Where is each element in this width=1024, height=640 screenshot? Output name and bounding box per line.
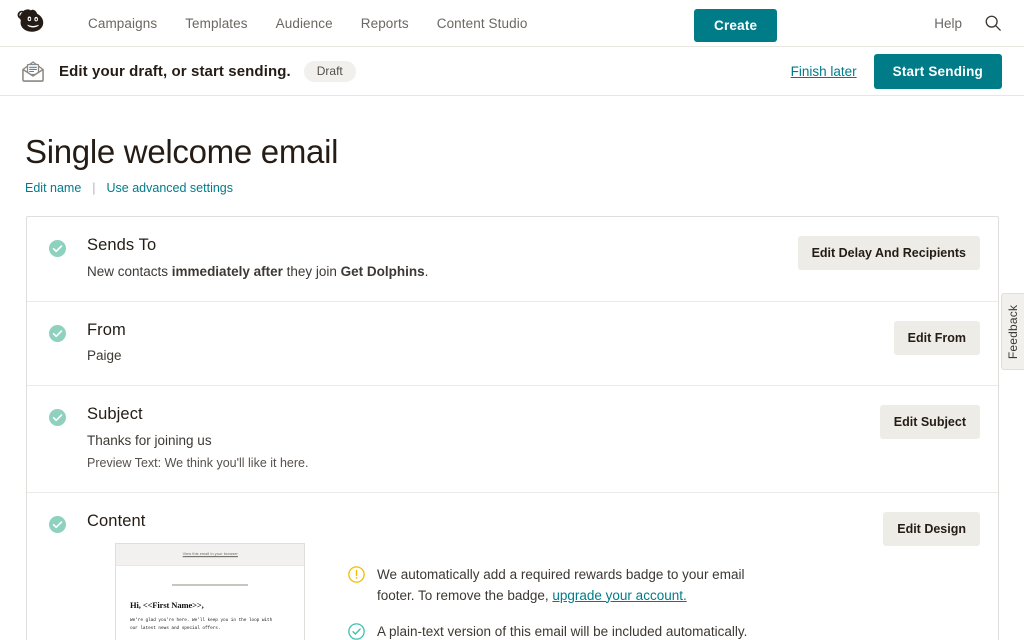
draft-status-title: Edit your draft, or start sending. bbox=[59, 62, 291, 80]
edit-from-button[interactable]: Edit From bbox=[893, 320, 980, 355]
search-icon[interactable] bbox=[984, 14, 1002, 32]
note-rewards-badge-text: We automatically add a required rewards … bbox=[377, 565, 757, 607]
subject-body: Subject Thanks for joining us Preview Te… bbox=[87, 405, 866, 473]
preview-logo-placeholder bbox=[172, 583, 248, 586]
mailchimp-freddie-logo[interactable] bbox=[14, 4, 52, 42]
note-plain-text-text: A plain-text version of this email will … bbox=[377, 622, 747, 640]
create-button-wrapper: Create bbox=[694, 9, 778, 42]
top-navigation-bar: Campaigns Templates Audience Reports Con… bbox=[0, 0, 1024, 47]
note-2-text: A plain-text version of this email will … bbox=[377, 623, 748, 639]
warning-circle-icon bbox=[348, 565, 365, 583]
check-circle-icon bbox=[49, 324, 66, 342]
content-grid: View this email in your browser Hi, <<Fi… bbox=[87, 542, 869, 640]
section-sends-to: Sends To New contacts immediately after … bbox=[27, 217, 998, 302]
edit-name-link[interactable]: Edit name bbox=[25, 181, 81, 195]
note-rewards-badge: We automatically add a required rewards … bbox=[348, 565, 869, 607]
nav-item-campaigns[interactable]: Campaigns bbox=[74, 12, 171, 35]
page-header: Single welcome email Edit name | Use adv… bbox=[0, 96, 1024, 195]
content-body: Content View this email in your browser … bbox=[87, 512, 869, 640]
sends-to-timing: immediately after bbox=[171, 264, 283, 280]
title-links: Edit name | Use advanced settings bbox=[25, 181, 1024, 195]
help-link[interactable]: Help bbox=[934, 16, 962, 31]
check-circle-outline-icon bbox=[348, 622, 365, 640]
page-title: Single welcome email bbox=[25, 133, 339, 170]
preview-heading: Hi, <<First Name>>, bbox=[130, 599, 204, 610]
nav-item-templates[interactable]: Templates bbox=[171, 12, 261, 35]
preview-body-line-1: We're glad you're here. We'll keep you i… bbox=[130, 617, 273, 623]
subject-preview-text: Preview Text: We think you'll like it he… bbox=[87, 456, 309, 471]
nav-item-audience[interactable]: Audience bbox=[262, 12, 347, 35]
sends-to-detail: New contacts immediately after they join… bbox=[87, 262, 784, 282]
check-circle-icon bbox=[49, 515, 66, 533]
nav-item-reports[interactable]: Reports bbox=[347, 12, 423, 35]
nav-item-content-studio[interactable]: Content Studio bbox=[423, 12, 542, 35]
sends-to-audience: Get Dolphins bbox=[340, 264, 425, 280]
feedback-tab[interactable]: Feedback bbox=[1001, 293, 1024, 370]
email-setup-card: Sends To New contacts immediately after … bbox=[26, 216, 999, 640]
check-circle-icon bbox=[49, 240, 66, 258]
from-body: From Paige bbox=[87, 321, 880, 366]
title-links-separator: | bbox=[92, 181, 96, 196]
sends-to-body: Sends To New contacts immediately after … bbox=[87, 236, 784, 281]
draft-actions: Finish later Start Sending bbox=[791, 53, 1002, 89]
draft-action-bar: Edit your draft, or start sending. Draft… bbox=[0, 47, 1024, 96]
finish-later-link[interactable]: Finish later bbox=[791, 64, 857, 79]
section-content: Content View this email in your browser … bbox=[27, 493, 998, 640]
upgrade-account-link[interactable]: upgrade your account. bbox=[552, 588, 686, 603]
email-preview-column: View this email in your browser Hi, <<Fi… bbox=[87, 542, 334, 640]
check-circle-icon bbox=[49, 409, 66, 427]
sends-to-detail-prefix: New contacts bbox=[87, 264, 172, 280]
use-advanced-settings-link[interactable]: Use advanced settings bbox=[107, 181, 233, 195]
subject-value: Thanks for joining us bbox=[87, 432, 212, 448]
from-title: From bbox=[87, 320, 126, 339]
view-in-browser-link: View this email in your browser bbox=[182, 552, 238, 557]
envelope-open-icon bbox=[22, 61, 44, 82]
edit-delay-and-recipients-button[interactable]: Edit Delay And Recipients bbox=[797, 236, 980, 271]
sends-to-detail-suffix: . bbox=[424, 264, 429, 280]
section-subject: Subject Thanks for joining us Preview Te… bbox=[27, 386, 998, 493]
email-preview-thumbnail[interactable]: View this email in your browser Hi, <<Fi… bbox=[115, 542, 305, 640]
content-title: Content bbox=[87, 511, 146, 530]
from-value: Paige bbox=[87, 348, 122, 364]
preview-body-line-2: our latest news and special offers. bbox=[130, 625, 221, 631]
nav-right-group: Help bbox=[934, 14, 1002, 32]
edit-design-button[interactable]: Edit Design bbox=[883, 511, 980, 546]
sends-to-title: Sends To bbox=[87, 236, 157, 255]
note-plain-text: A plain-text version of this email will … bbox=[348, 622, 869, 640]
subject-title: Subject bbox=[87, 405, 143, 424]
preview-main: Hi, <<First Name>>, We're glad you're he… bbox=[116, 565, 304, 640]
start-sending-button[interactable]: Start Sending bbox=[873, 53, 1002, 89]
sends-to-detail-mid: they join bbox=[282, 264, 341, 280]
preview-topbar: View this email in your browser bbox=[116, 543, 304, 566]
content-notes-column: We automatically add a required rewards … bbox=[334, 543, 869, 640]
section-from: From Paige Edit From bbox=[27, 302, 998, 387]
create-button[interactable]: Create bbox=[694, 9, 778, 42]
nav-links: Campaigns Templates Audience Reports Con… bbox=[74, 12, 541, 35]
feedback-tab-label: Feedback bbox=[1006, 304, 1020, 359]
edit-subject-button[interactable]: Edit Subject bbox=[879, 405, 980, 440]
status-badge: Draft bbox=[303, 60, 356, 82]
